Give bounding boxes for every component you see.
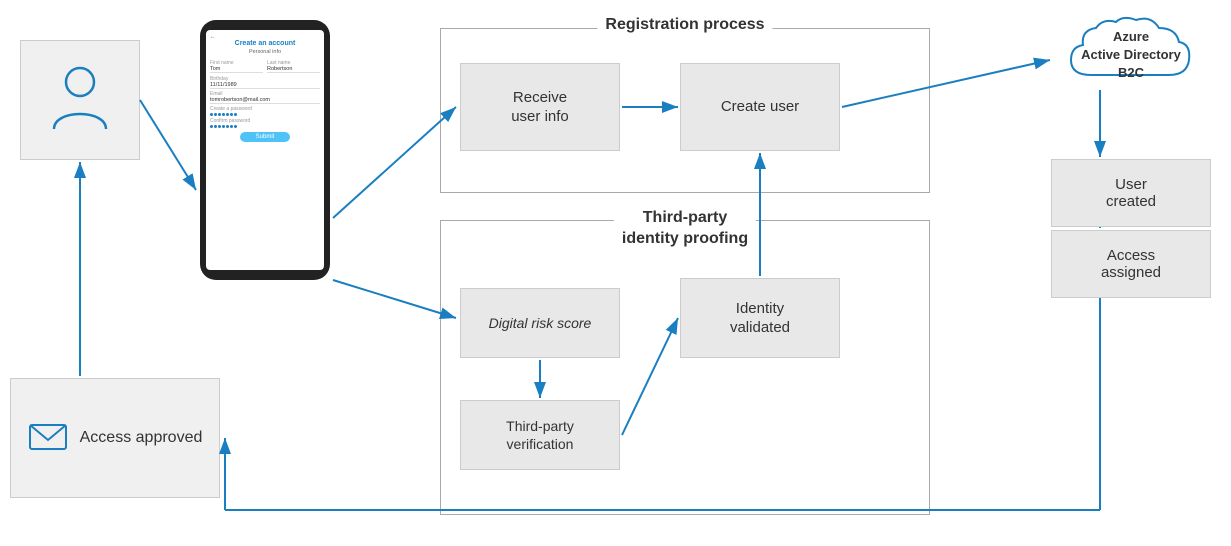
phone-container: ← Create an account Personal info First …: [200, 20, 330, 320]
lastname-value: Robertson: [267, 66, 320, 73]
access-assigned-box: Accessassigned: [1051, 230, 1211, 298]
mail-icon: [28, 422, 68, 455]
receive-user-info-label: Receiveuser info: [511, 88, 569, 127]
phone-screen: ← Create an account Personal info First …: [206, 30, 324, 270]
receive-user-info-box: Receiveuser info: [460, 63, 620, 151]
phone-outer: ← Create an account Personal info First …: [200, 20, 330, 280]
identity-proofing-title: Third-partyidentity proofing: [614, 208, 756, 250]
access-assigned-label: Accessassigned: [1101, 247, 1161, 281]
azure-title: AzureActive DirectoryB2C: [1081, 28, 1181, 83]
email-value: tomrobertson@mail.com: [210, 97, 320, 104]
cloud-shape: AzureActive DirectoryB2C: [1051, 10, 1211, 90]
create-user-box: Create user: [680, 63, 840, 151]
identity-proofing-box: Third-partyidentity proofing: [440, 220, 930, 515]
registration-process-title: Registration process: [597, 16, 772, 34]
digital-risk-score-box: Digital risk score: [460, 288, 620, 358]
firstname-value: Tom: [210, 66, 263, 73]
third-party-verification-label: Third-partyverification: [506, 417, 574, 453]
birthday-value: 11/11/1989: [210, 82, 320, 89]
submit-button[interactable]: Submit: [240, 132, 290, 142]
identity-validated-box: Identityvalidated: [680, 278, 840, 358]
user-box: [20, 40, 140, 160]
access-approved-label: Access approved: [80, 429, 203, 447]
user-icon: [50, 64, 110, 137]
identity-validated-label: Identityvalidated: [730, 299, 790, 338]
digital-risk-label: Digital risk score: [489, 314, 592, 332]
azure-cloud: AzureActive DirectoryB2C: [1051, 10, 1211, 90]
access-approved-box: Access approved: [10, 378, 220, 498]
user-created-box: Usercreated: [1051, 159, 1211, 227]
create-user-label: Create user: [721, 97, 799, 117]
confirm-label: Confirm password: [210, 118, 320, 124]
diagram-container: Access approved ← Create an account Pers…: [0, 0, 1231, 546]
user-created-label: Usercreated: [1106, 176, 1156, 210]
phone-screen-subtitle: Personal info: [210, 49, 320, 55]
phone-screen-title: Create an account: [210, 40, 320, 47]
password-label: Create a password: [210, 106, 320, 112]
third-party-verification-box: Third-partyverification: [460, 400, 620, 470]
